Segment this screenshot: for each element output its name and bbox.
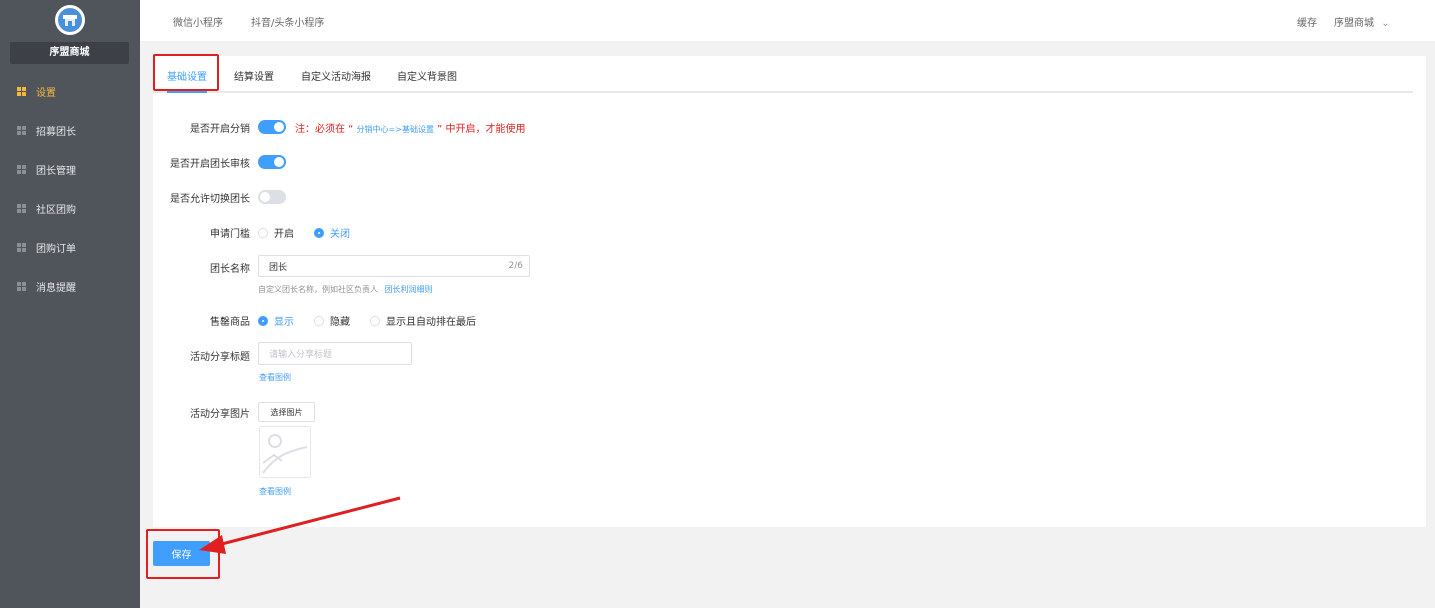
- radio-label: 关闭: [330, 229, 350, 240]
- sidebar-item-label: 团长管理: [36, 166, 76, 177]
- sidebar-item-community-group[interactable]: 社区团购: [0, 189, 140, 228]
- sidebar-item-label: 社区团购: [36, 205, 76, 216]
- sidebar-item-label: 设置: [36, 88, 56, 99]
- cache-button[interactable]: 缓存: [1297, 14, 1317, 29]
- grid-icon: [17, 243, 26, 252]
- radio-threshold-off[interactable]: 关闭: [314, 225, 350, 240]
- settings-tabs: 基础设置 结算设置 自定义活动海报 自定义背景图: [153, 56, 1413, 93]
- radio-label: 显示且自动排在最后: [386, 317, 476, 328]
- label-leader-name: 团长名称: [210, 264, 250, 275]
- tab-custom-background[interactable]: 自定义背景图: [397, 68, 457, 83]
- sidebar-item-label: 招募团长: [36, 127, 76, 138]
- note-suffix: ” 中开启，才能使用: [433, 124, 526, 135]
- label-apply-threshold: 申请门槛: [210, 229, 250, 240]
- sidebar-item-leader-management[interactable]: 团长管理: [0, 150, 140, 189]
- grid-icon: [17, 282, 26, 291]
- image-placeholder-icon[interactable]: [259, 426, 311, 478]
- share-title-example-link[interactable]: 查看图例: [259, 372, 291, 383]
- label-enable-review: 是否开启团长审核: [170, 159, 250, 170]
- settings-card: 基础设置 结算设置 自定义活动海报 自定义背景图 是否开启分销 注：必须在 “ …: [153, 54, 1426, 527]
- radio-dot: [370, 315, 380, 326]
- label-share-title: 活动分享标题: [190, 352, 250, 363]
- select-image-button[interactable]: 选择图片: [258, 402, 315, 422]
- radio-label: 显示: [274, 317, 294, 328]
- sidebar-item-group-orders[interactable]: 团购订单: [0, 228, 140, 267]
- grid-icon: [17, 165, 26, 174]
- radio-threshold-on[interactable]: 开启: [258, 225, 294, 240]
- annotation-highlight-tab: [153, 54, 219, 91]
- tab-settlement-settings[interactable]: 结算设置: [234, 68, 274, 83]
- tab-douyin-miniprogram[interactable]: 抖音/头条小程序: [251, 14, 324, 29]
- leader-profit-rules-link[interactable]: 团长利润细则: [385, 285, 433, 294]
- note-prefix: 注：必须在 “: [295, 124, 357, 135]
- radio-dot: [314, 227, 324, 238]
- tab-wechat-miniprogram[interactable]: 微信小程序: [173, 14, 223, 29]
- sidebar-item-settings[interactable]: 设置: [0, 72, 140, 111]
- sidebar-item-notifications[interactable]: 消息提醒: [0, 267, 140, 306]
- radio-group-soldout: 显示 隐藏 显示且自动排在最后: [258, 313, 496, 328]
- radio-group-threshold: 开启 关闭: [258, 225, 370, 240]
- radio-dot: [258, 315, 268, 326]
- switch-enable-review[interactable]: [258, 155, 286, 169]
- grid-icon: [17, 87, 26, 96]
- user-name: 序盟商城: [1334, 18, 1374, 29]
- store-icon: [58, 8, 82, 32]
- label-allow-switch-leader: 是否允许切换团长: [170, 194, 250, 205]
- leader-name-help: 自定义团长名称，例如社区负责人 团长利润细则: [258, 284, 433, 295]
- switch-enable-distribution[interactable]: [258, 120, 286, 134]
- sidebar-nav: 设置 招募团长 团长管理 社区团购 团购订单 消息提醒: [0, 72, 140, 306]
- chevron-down-icon: ⌄: [1381, 18, 1390, 29]
- radio-soldout-show[interactable]: 显示: [258, 313, 294, 328]
- note-link[interactable]: 分销中心=>基础设置: [357, 125, 434, 134]
- sidebar: 序盟商城 设置 招募团长 团长管理 社区团购 团购订单 消息提醒: [0, 0, 140, 608]
- shop-name: 序盟商城: [10, 42, 129, 64]
- radio-label: 开启: [274, 229, 294, 240]
- sidebar-item-recruit-leader[interactable]: 招募团长: [0, 111, 140, 150]
- radio-dot: [314, 315, 324, 326]
- top-bar: 微信小程序 抖音/头条小程序 缓存 序盟商城 ⌄: [140, 0, 1435, 41]
- label-enable-distribution: 是否开启分销: [190, 124, 250, 135]
- radio-label: 隐藏: [330, 317, 350, 328]
- user-menu[interactable]: 序盟商城 ⌄: [1334, 14, 1390, 29]
- shop-logo: [55, 5, 85, 35]
- share-title-input[interactable]: 请输入分享标题: [258, 342, 412, 365]
- grid-icon: [17, 204, 26, 213]
- share-title-placeholder: 请输入分享标题: [269, 350, 333, 360]
- active-tab-indicator: [167, 91, 207, 93]
- label-soldout-goods: 售罄商品: [210, 317, 250, 328]
- distribution-note: 注：必须在 “ 分销中心=>基础设置 ” 中开启，才能使用: [295, 120, 526, 135]
- grid-icon: [17, 126, 26, 135]
- sidebar-item-label: 团购订单: [36, 244, 76, 255]
- leader-name-value: 团长: [269, 262, 288, 273]
- char-count: 2/6: [508, 261, 523, 271]
- annotation-highlight-save: [146, 529, 220, 579]
- help-text: 自定义团长名称，例如社区负责人: [258, 285, 378, 294]
- leader-name-input[interactable]: 团长 2/6: [258, 255, 530, 277]
- tab-custom-poster[interactable]: 自定义活动海报: [301, 68, 371, 83]
- radio-soldout-hide[interactable]: 隐藏: [314, 313, 350, 328]
- label-share-image: 活动分享图片: [190, 409, 250, 420]
- radio-dot: [258, 227, 268, 238]
- share-image-example-link[interactable]: 查看图例: [259, 486, 291, 497]
- sidebar-item-label: 消息提醒: [36, 283, 76, 294]
- radio-soldout-show-last[interactable]: 显示且自动排在最后: [370, 313, 476, 328]
- switch-allow-switch-leader[interactable]: [258, 190, 286, 204]
